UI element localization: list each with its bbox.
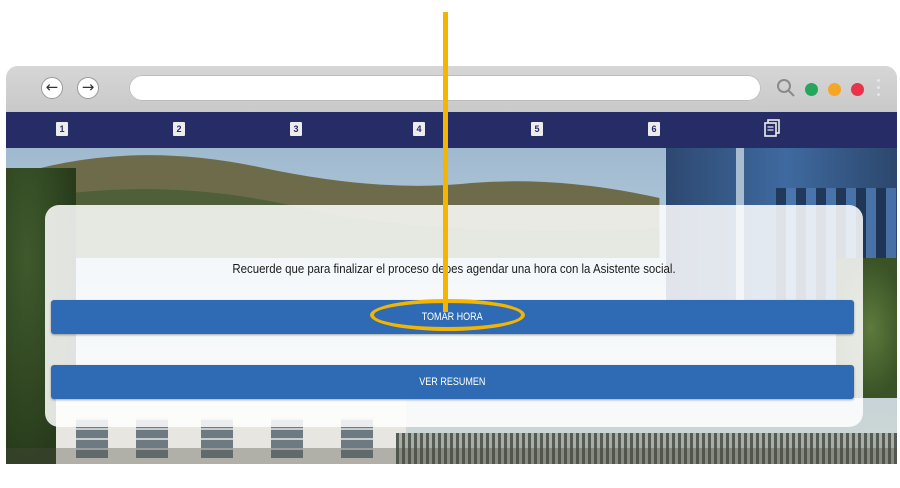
step-3: 3 — [290, 122, 302, 136]
step-progress-bar: 1 2 3 4 5 6 — [6, 112, 897, 148]
ground — [6, 448, 897, 464]
document-icon — [764, 119, 780, 137]
kebab-menu-icon[interactable] — [874, 75, 882, 103]
annotation-pointer-line — [443, 12, 448, 312]
highlight-ellipse — [370, 299, 525, 331]
ver-resumen-label: VER RESUMEN — [419, 376, 486, 388]
step-2: 2 — [173, 122, 185, 136]
browser-toolbar: ← → — [6, 66, 897, 112]
back-arrow-icon[interactable]: ← — [41, 77, 63, 99]
step-1: 1 — [56, 122, 68, 136]
dialog-message: Recuerde que para finalizar el proceso d… — [232, 261, 676, 276]
ver-resumen-button[interactable]: VER RESUMEN — [51, 365, 854, 399]
browser-window: ← → 1 2 3 4 5 6 Recuerde que para finali… — [6, 66, 897, 464]
red-dot-icon — [851, 83, 864, 96]
step-5: 5 — [531, 122, 543, 136]
forward-arrow-icon[interactable]: → — [77, 77, 99, 99]
orange-dot-icon — [828, 83, 841, 96]
step-4: 4 — [413, 122, 425, 136]
green-dot-icon — [805, 83, 818, 96]
step-6: 6 — [648, 122, 660, 136]
search-icon[interactable] — [776, 78, 796, 98]
